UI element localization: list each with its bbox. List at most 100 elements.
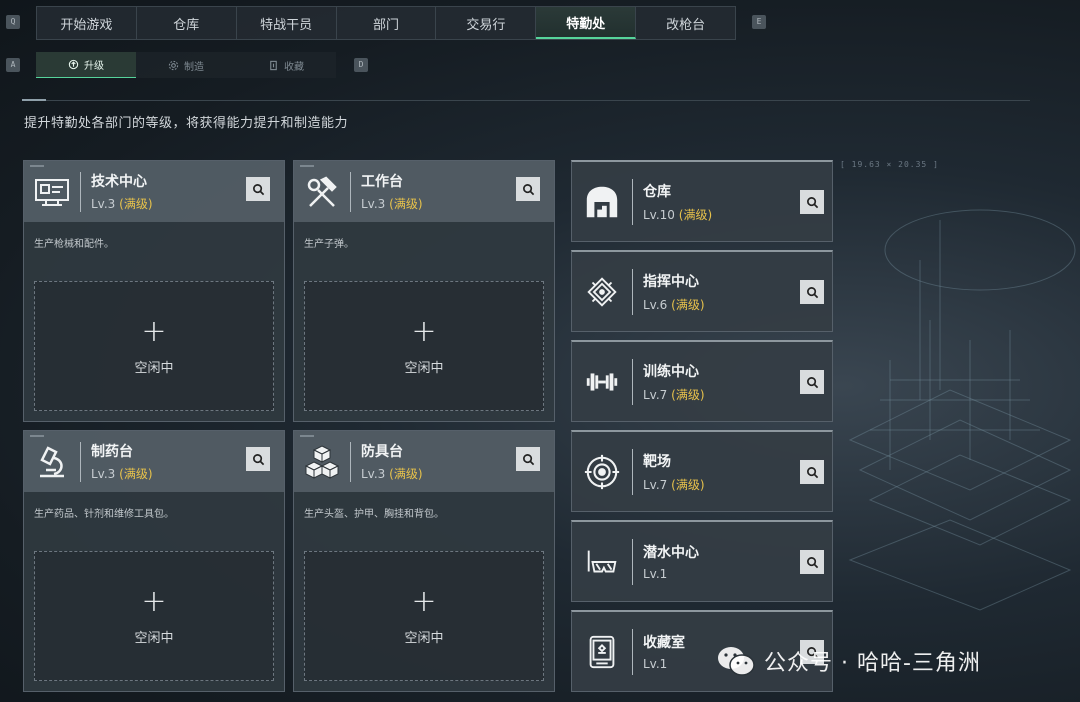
slot-status: 空闲中 [404, 360, 444, 376]
facility-description: 生产枪械和配件。 [34, 239, 114, 250]
facility-card-warehouse[interactable]: 仓库 Lv.10 (满级) [571, 160, 833, 242]
facility-card-workbench: 工作台 Lv.3 (满级) 生产子弹。 + 空闲中 [293, 160, 555, 422]
facility-name: 潜水中心 [643, 545, 699, 561]
facility-name: 指挥中心 [643, 273, 699, 290]
facility-level: Lv.7 [643, 477, 668, 492]
search-icon [522, 183, 534, 195]
target-icon [584, 454, 620, 489]
max-level-badge: (满级) [389, 197, 423, 211]
plus-icon: + [411, 313, 437, 349]
max-level-badge: (满级) [678, 207, 713, 222]
subtab-craft-label: 制造 [184, 61, 204, 73]
inspect-button[interactable] [800, 190, 824, 214]
facility-description: 生产子弹。 [304, 239, 354, 250]
tab-warehouse[interactable]: 仓库 [137, 7, 237, 39]
facility-description: 生产药品、针剂和维修工具包。 [34, 509, 174, 520]
max-level-badge: (满级) [671, 477, 705, 492]
page-description: 提升特勤处各部门的等级，将获得能力提升和制造能力 [24, 116, 349, 131]
max-level-badge: (满级) [671, 297, 705, 312]
inspect-button[interactable] [246, 447, 270, 471]
plus-icon: + [141, 583, 167, 619]
facility-card-pharmacy: 制药台 Lv.3 (满级) 生产药品、针剂和维修工具包。 + 空闲中 [23, 430, 285, 692]
subtab-craft[interactable]: 制造 [136, 52, 236, 78]
max-level-badge: (满级) [671, 387, 705, 402]
key-hint-e: E [752, 15, 766, 29]
max-level-badge: (满级) [119, 467, 153, 481]
inspect-button[interactable] [800, 280, 824, 304]
watermark: 公众号 · 哈哈-三角洲 [716, 644, 981, 678]
production-slot[interactable]: + 空闲中 [34, 551, 274, 681]
facility-card-armor-bench: 防具台 Lv.3 (满级) 生产头盔、护甲、胸挂和背包。 + 空闲中 [293, 430, 555, 692]
top-nav-tabs: 开始游戏 仓库 特战干员 部门 交易行 特勤处 改枪台 [36, 6, 736, 40]
tab-department[interactable]: 部门 [337, 7, 437, 39]
search-icon [252, 453, 264, 465]
facility-level: Lv.7 [643, 387, 668, 402]
facility-level: Lv.3 [361, 197, 386, 211]
card-tag [30, 435, 44, 437]
inspect-button[interactable] [800, 460, 824, 484]
tab-start-game[interactable]: 开始游戏 [37, 7, 137, 39]
cubes-icon [304, 444, 340, 479]
facility-name: 制药台 [91, 444, 133, 460]
production-slot[interactable]: + 空闲中 [304, 551, 544, 681]
facility-card-shooting-range[interactable]: 靶场 Lv.7 (满级) [571, 430, 833, 512]
card-tag [30, 165, 44, 167]
production-slot[interactable]: + 空闲中 [34, 281, 274, 411]
search-icon [806, 556, 818, 568]
production-slot[interactable]: + 空闲中 [304, 281, 544, 411]
gear-icon [168, 60, 179, 70]
wechat-icon [718, 647, 755, 676]
slot-status: 空闲中 [134, 630, 174, 646]
facility-level: Lv.10 [643, 207, 675, 222]
inspect-button[interactable] [516, 177, 540, 201]
facility-level: Lv.3 [91, 467, 116, 481]
dumbbell-icon [586, 372, 618, 391]
facility-card-diving-center[interactable]: 潜水中心 Lv.1 [571, 520, 833, 602]
facility-card-command-center[interactable]: 指挥中心 Lv.6 (满级) [571, 250, 833, 332]
facility-level: Lv.3 [91, 197, 116, 211]
facility-level: Lv.3 [361, 467, 386, 481]
monitor-icon [35, 178, 69, 206]
search-icon [252, 183, 264, 195]
facility-description: 生产头盔、护甲、胸挂和背包。 [304, 509, 444, 520]
subtab-collection-label: 收藏 [284, 61, 304, 73]
base-blueprint-art [848, 209, 1076, 611]
slot-status: 空闲中 [404, 630, 444, 646]
inspect-button[interactable] [800, 550, 824, 574]
tab-gunsmith[interactable]: 改枪台 [636, 7, 735, 39]
facility-name: 技术中心 [91, 174, 147, 190]
tab-trading[interactable]: 交易行 [436, 7, 537, 39]
key-hint-d: D [354, 58, 368, 72]
search-icon [522, 453, 534, 465]
subtab-upgrade[interactable]: 升级 [36, 52, 136, 78]
card-tag [300, 165, 314, 167]
display-case-icon [589, 635, 615, 668]
key-hint-q: Q [6, 15, 20, 29]
facility-name: 靶场 [643, 453, 671, 470]
hammer-wrench-icon [307, 175, 337, 207]
collection-icon [270, 60, 277, 70]
warehouse-icon [586, 186, 618, 217]
header-divider-accent [22, 99, 46, 101]
facility-level: Lv.6 [643, 297, 668, 312]
chip-icon [587, 276, 617, 307]
watermark-text: 公众号 · 哈哈-三角洲 [764, 651, 981, 676]
slot-status: 空闲中 [134, 360, 174, 376]
tab-special-ops[interactable]: 特勤处 [536, 7, 637, 39]
header-divider [22, 100, 1030, 101]
upgrade-icon [68, 59, 79, 70]
facility-name: 工作台 [361, 174, 403, 190]
facility-level: Lv.1 [643, 657, 668, 671]
facility-card-training-center[interactable]: 训练中心 Lv.7 (满级) [571, 340, 833, 422]
key-hint-a: A [6, 58, 20, 72]
inspect-button[interactable] [246, 177, 270, 201]
sub-tabs: 升级 制造 收藏 [36, 52, 336, 78]
tab-operators[interactable]: 特战干员 [237, 7, 337, 39]
inspect-button[interactable] [800, 370, 824, 394]
subtab-collection[interactable]: 收藏 [236, 52, 336, 78]
max-level-badge: (满级) [389, 467, 423, 481]
inspect-button[interactable] [516, 447, 540, 471]
coordinate-readout: [ 19.63 × 20.35 ] [840, 160, 939, 169]
microscope-icon [40, 445, 64, 477]
max-level-badge: (满级) [119, 197, 153, 211]
